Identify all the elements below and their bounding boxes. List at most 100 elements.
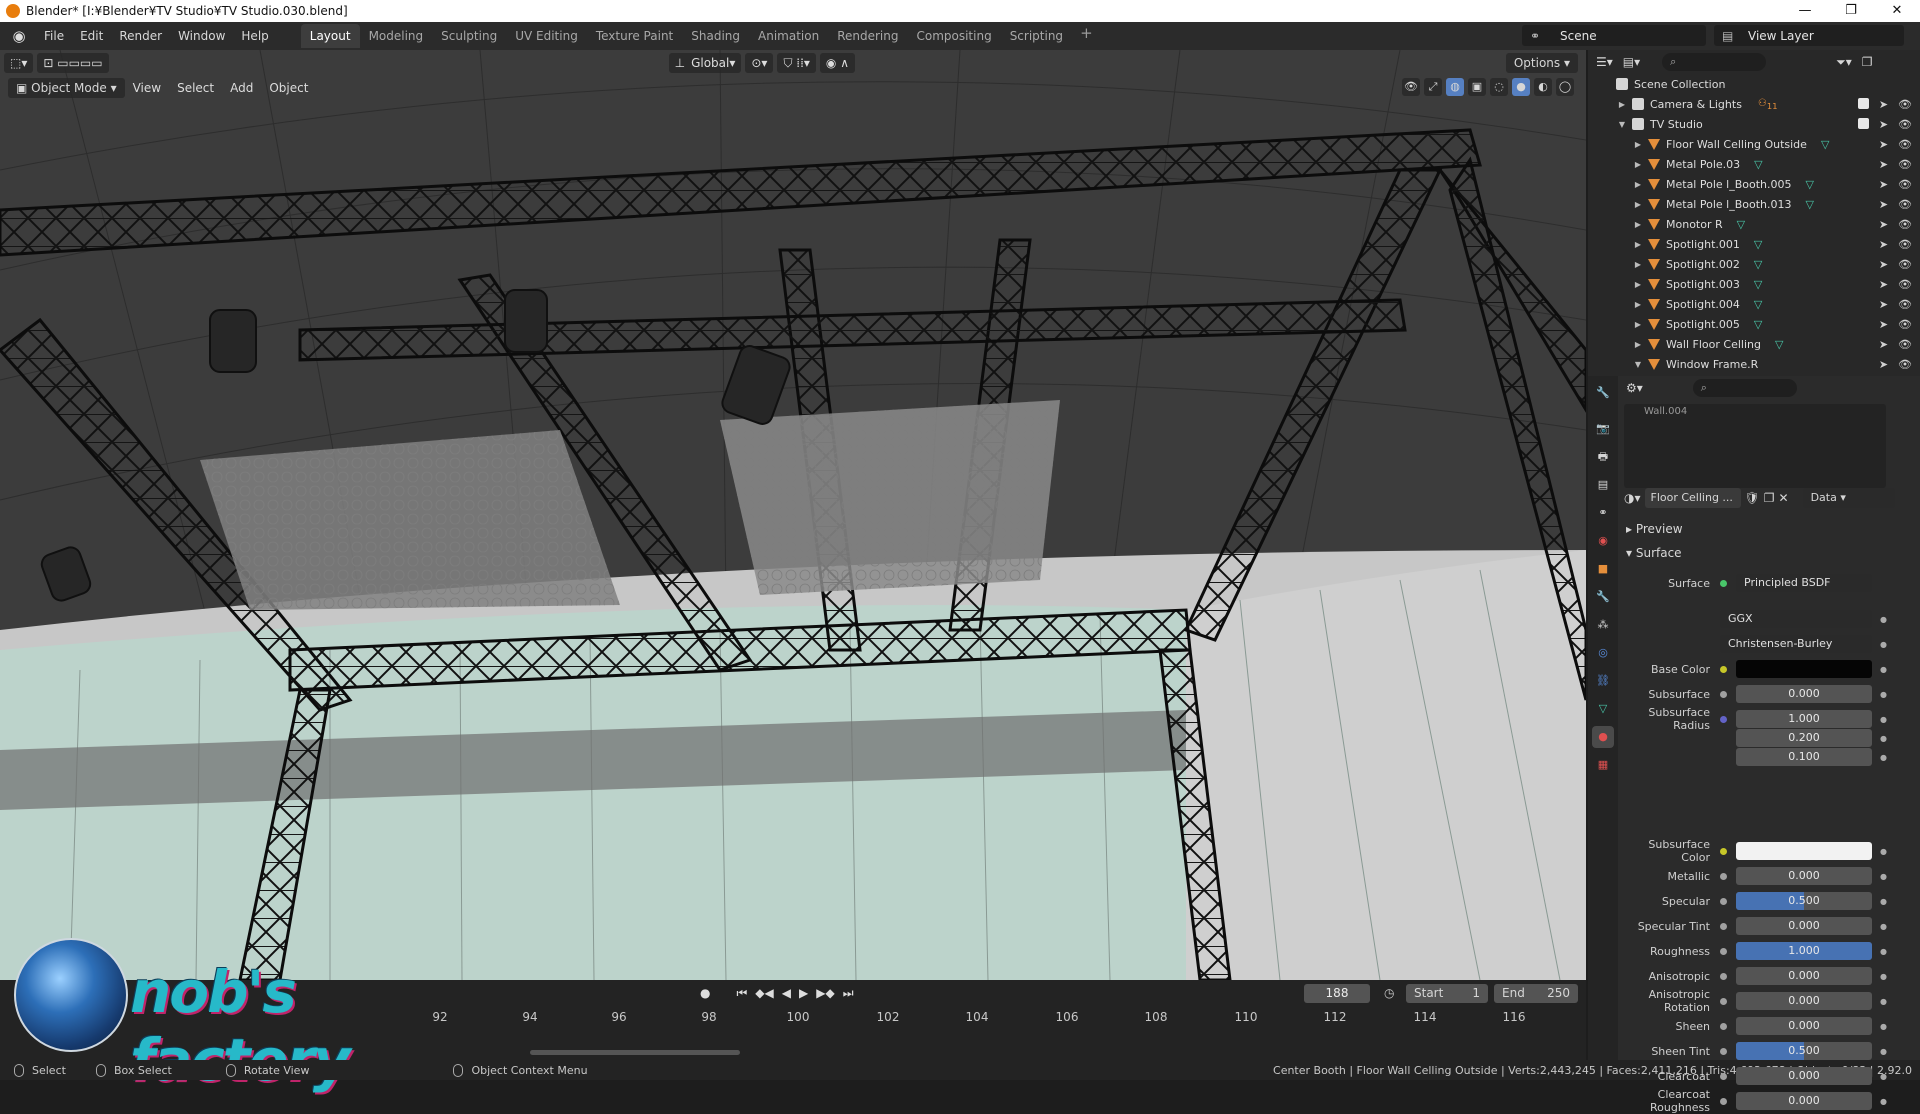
expand-arrow-icon[interactable]: ▶ xyxy=(1632,220,1644,229)
menu-file[interactable]: File xyxy=(36,29,72,43)
tab-shading[interactable]: Shading xyxy=(682,24,749,48)
material-slot-item[interactable]: Wall.004 xyxy=(1624,404,1886,419)
animate-dot-icon[interactable]: ● xyxy=(1880,847,1887,856)
outliner-object-row[interactable]: ▶ Metal Pole l_Booth.013 ▽ ➤ 👁 xyxy=(1588,194,1920,214)
animate-dot-icon[interactable]: ● xyxy=(1880,1022,1887,1031)
start-frame-field[interactable]: Start 1 xyxy=(1406,983,1488,1003)
timeline-scrollbar[interactable] xyxy=(530,1050,740,1055)
select-arrow-icon[interactable]: ➤ xyxy=(1879,318,1888,331)
menu-view[interactable]: View xyxy=(125,81,169,95)
tab-compositing[interactable]: Compositing xyxy=(907,24,1000,48)
outliner-object-row[interactable]: ▶ Floor Wall Celling Outside ▽ ➤ 👁 xyxy=(1588,134,1920,154)
outliner-scene-collection[interactable]: Scene Collection xyxy=(1588,74,1920,94)
select-tool-button[interactable]: ⊡ ▭▭▭▭ xyxy=(37,53,109,73)
tab-rendering[interactable]: Rendering xyxy=(828,24,907,48)
select-arrow-icon[interactable]: ➤ xyxy=(1879,358,1888,371)
select-arrow-icon[interactable]: ➤ xyxy=(1879,158,1888,171)
play-reverse-icon[interactable]: ◀ xyxy=(782,986,791,1001)
add-workspace-button[interactable]: + xyxy=(1072,24,1101,48)
outliner-panel[interactable]: ☰▾ ▤▾ ⌕ ⏷▾ ❐ Scene Collection ▶ Camera &… xyxy=(1588,50,1920,376)
value-field[interactable]: 0.000 xyxy=(1736,1017,1872,1035)
tab-layout[interactable]: Layout xyxy=(300,24,360,48)
value-field[interactable]: 0.500 xyxy=(1736,892,1872,910)
clock-icon[interactable]: ◷ xyxy=(1384,986,1394,1000)
eye-icon[interactable]: 👁 xyxy=(1898,278,1912,291)
animate-dot-icon[interactable]: ● xyxy=(1880,947,1887,956)
expand-arrow-icon[interactable]: ▶ xyxy=(1632,300,1644,309)
animate-dot-icon[interactable]: ● xyxy=(1880,1097,1887,1106)
eye-icon[interactable]: 👁 xyxy=(1898,338,1912,351)
outliner-object-row[interactable]: ▶ Monotor R ▽ ➤ 👁 xyxy=(1588,214,1920,234)
visibility-icon[interactable]: 👁 xyxy=(1402,78,1420,96)
animate-dot-icon[interactable]: ● xyxy=(1880,922,1887,931)
scene-selector[interactable]: ⚭ Scene xyxy=(1522,25,1706,46)
scene-tab-icon[interactable]: ⚭ xyxy=(1592,502,1614,524)
expand-arrow-icon[interactable]: ▶ xyxy=(1632,340,1644,349)
eye-icon[interactable]: 👁 xyxy=(1898,238,1912,251)
rendered-shading-icon[interactable]: ◯ xyxy=(1556,78,1574,96)
material-tab-icon[interactable]: ● xyxy=(1592,726,1614,748)
value-field[interactable]: 0.000 xyxy=(1736,967,1872,985)
render-tab-icon[interactable]: 📷 xyxy=(1592,418,1614,440)
modifier-tab-icon[interactable]: 🔧 xyxy=(1592,586,1614,608)
value-field[interactable]: 0.000 xyxy=(1736,867,1872,885)
eye-icon[interactable]: 👁 xyxy=(1898,218,1912,231)
menu-help[interactable]: Help xyxy=(233,29,276,43)
snap-icon[interactable]: ⛉ ⁞⁞▾ xyxy=(777,53,816,73)
value-field[interactable]: 1.000 xyxy=(1736,942,1872,960)
animate-dot-icon[interactable]: ● xyxy=(1880,715,1887,724)
eye-icon[interactable]: 👁 xyxy=(1898,298,1912,311)
options-dropdown[interactable]: Options ▾ xyxy=(1505,53,1578,73)
xray-icon[interactable]: ▣ xyxy=(1468,78,1486,96)
expand-arrow-icon[interactable]: ▶ xyxy=(1616,100,1628,109)
select-arrow-icon[interactable]: ➤ xyxy=(1879,118,1888,131)
eye-icon[interactable]: 👁 xyxy=(1898,358,1912,371)
menu-window[interactable]: Window xyxy=(170,29,233,43)
animate-dot-icon[interactable]: ● xyxy=(1880,997,1887,1006)
menu-select[interactable]: Select xyxy=(169,81,222,95)
particles-tab-icon[interactable]: ⁂ xyxy=(1592,614,1614,636)
value-field[interactable]: 0.500 xyxy=(1736,1042,1872,1060)
properties-editor-type-icon[interactable]: ⚙▾ xyxy=(1626,381,1643,395)
pivot-point-icon[interactable]: ⊙▾ xyxy=(745,53,774,73)
fake-user-icon[interactable]: 🛡 xyxy=(1745,491,1760,505)
object-tab-icon[interactable]: ■ xyxy=(1592,558,1614,580)
view-layer-selector[interactable]: ▤ View Layer xyxy=(1714,25,1904,46)
physics-tab-icon[interactable]: ◎ xyxy=(1592,642,1614,664)
close-button[interactable]: ✕ xyxy=(1874,0,1920,22)
preview-panel-header[interactable]: ▸ Preview xyxy=(1626,522,1683,536)
select-arrow-icon[interactable]: ➤ xyxy=(1879,178,1888,191)
animate-dot-icon[interactable]: ● xyxy=(1880,734,1887,743)
animate-dot-icon[interactable]: ● xyxy=(1880,690,1887,699)
expand-arrow-icon[interactable]: ▶ xyxy=(1632,180,1644,189)
animate-dot-icon[interactable]: ● xyxy=(1880,972,1887,981)
value-field[interactable]: 0.000 xyxy=(1736,1067,1872,1085)
unlink-material-icon[interactable]: ✕ xyxy=(1779,491,1789,505)
world-tab-icon[interactable]: ◉ xyxy=(1592,530,1614,552)
keyframe-icon[interactable]: ● xyxy=(700,986,710,1001)
surface-shader-dropdown[interactable]: Principled BSDF xyxy=(1736,574,1872,592)
eye-icon[interactable]: 👁 xyxy=(1898,118,1912,131)
expand-arrow-icon[interactable]: ▶ xyxy=(1632,140,1644,149)
outliner-editor-type-icon[interactable]: ☰▾ xyxy=(1596,55,1613,69)
minimize-button[interactable]: — xyxy=(1782,0,1828,22)
material-name-field[interactable]: Floor Celling ... xyxy=(1644,488,1741,508)
animate-dot-icon[interactable]: ● xyxy=(1880,665,1887,674)
eye-icon[interactable]: 👁 xyxy=(1898,178,1912,191)
expand-arrow-icon[interactable]: ▶ xyxy=(1632,260,1644,269)
tab-scripting[interactable]: Scripting xyxy=(1001,24,1072,48)
editor-type-button[interactable]: ⬚▾ xyxy=(4,53,34,73)
tab-modeling[interactable]: Modeling xyxy=(360,24,433,48)
animate-dot-icon[interactable]: ● xyxy=(1880,753,1887,762)
eye-icon[interactable]: 👁 xyxy=(1898,198,1912,211)
select-arrow-icon[interactable]: ➤ xyxy=(1879,338,1888,351)
eye-icon[interactable]: 👁 xyxy=(1898,318,1912,331)
value-field[interactable]: 0.000 xyxy=(1736,992,1872,1010)
exclude-checkbox[interactable] xyxy=(1857,97,1869,109)
value-field[interactable]: 0.100 xyxy=(1736,748,1872,766)
eye-icon[interactable]: 👁 xyxy=(1898,158,1912,171)
animate-dot-icon[interactable]: ● xyxy=(1880,897,1887,906)
exclude-checkbox[interactable] xyxy=(1857,117,1869,129)
solid-shading-icon[interactable]: ● xyxy=(1512,78,1530,96)
properties-editor[interactable]: 🔧 📷 🖶 ▤ ⚭ ◉ ■ 🔧 ⁂ ◎ ⛓ ▽ ● ▦ ⚙▾ ⌕ Wall.00… xyxy=(1588,376,1920,1114)
